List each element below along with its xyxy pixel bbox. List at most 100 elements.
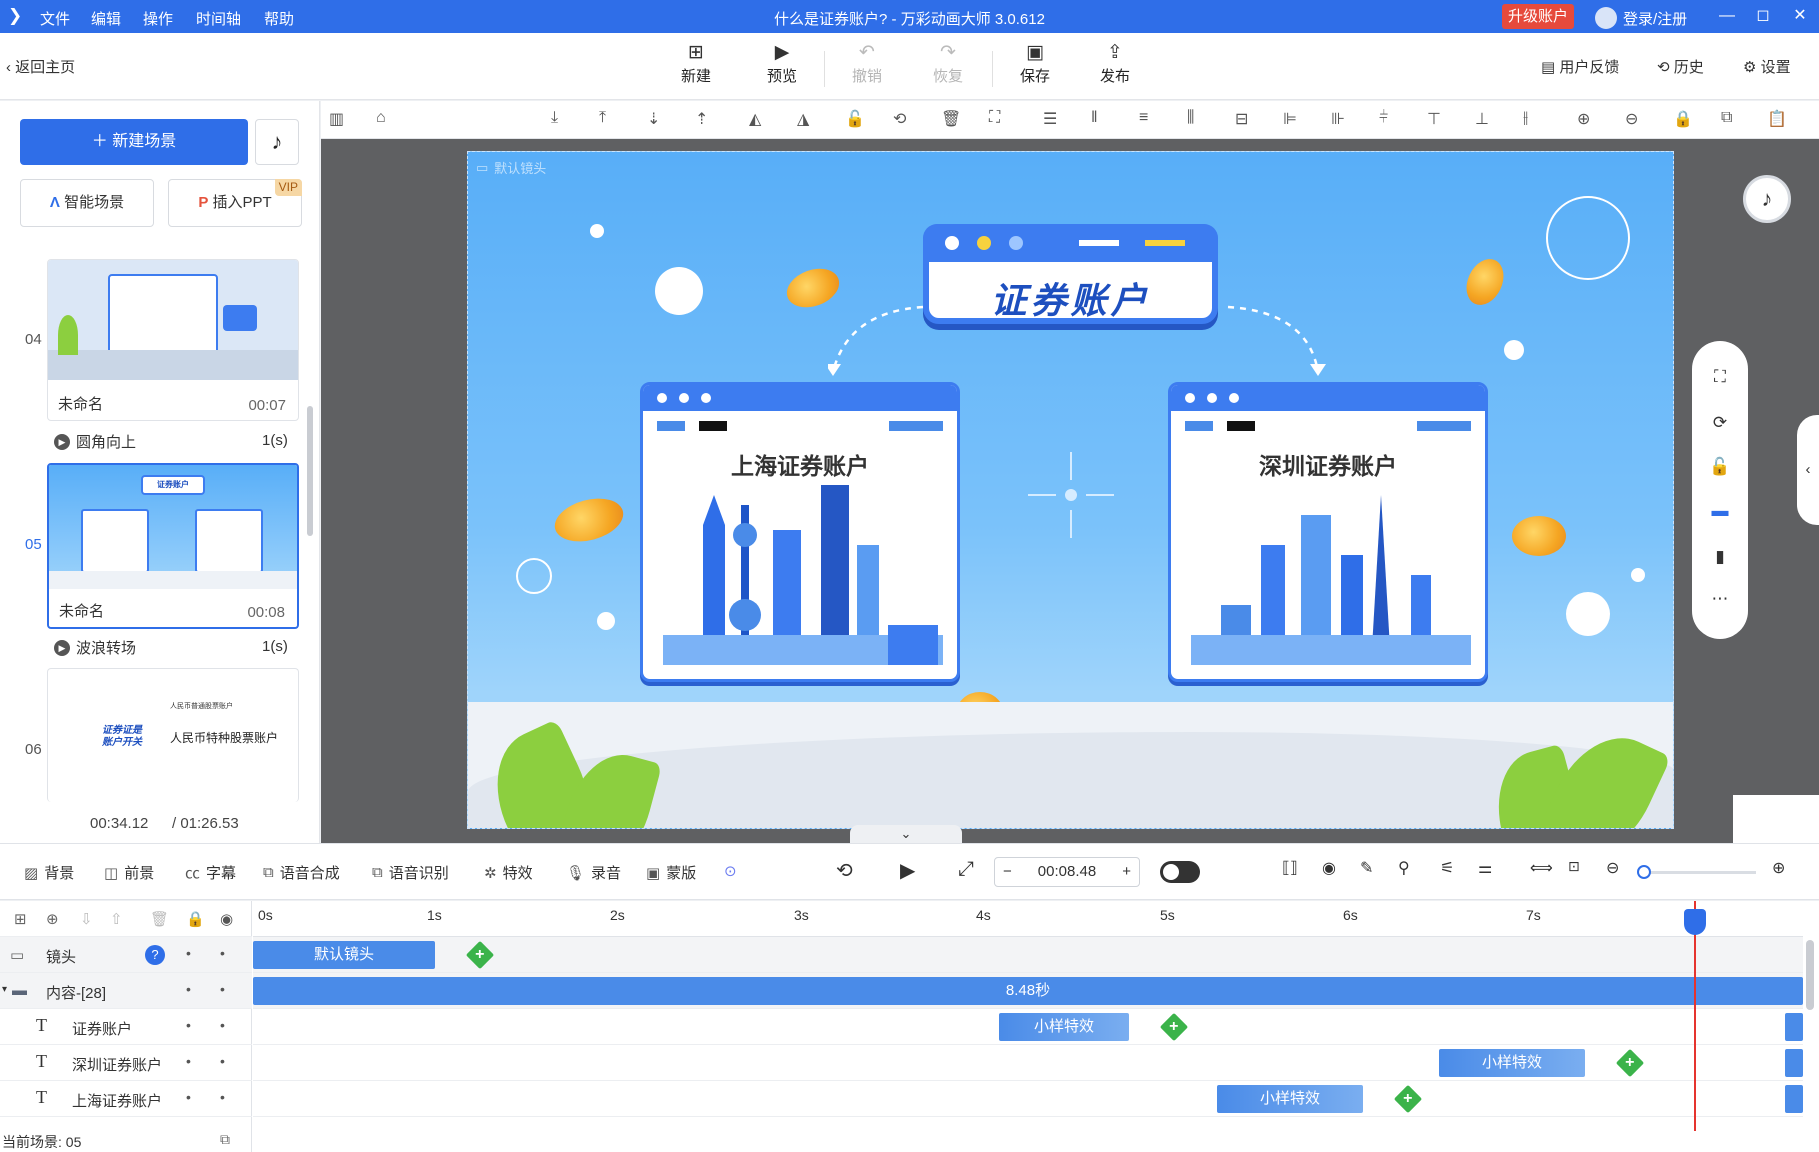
visibility-dot[interactable]: • — [186, 1089, 191, 1105]
menu-operate[interactable]: 操作 — [143, 8, 173, 29]
subtitle-tool[interactable]: ㏄字幕 — [185, 862, 236, 883]
foreground-tool[interactable]: ◫ 前景 — [104, 862, 154, 883]
menu-timeline[interactable]: 时间轴 — [196, 8, 241, 29]
new-button[interactable]: ⊞ 新建 — [664, 41, 728, 86]
flip-h-icon[interactable]: ◭ — [749, 109, 761, 129]
publish-button[interactable]: ⇪ 发布 — [1083, 41, 1147, 86]
home-icon[interactable]: ⌂ — [376, 109, 386, 127]
login-button[interactable]: 登录/注册 — [1595, 7, 1687, 29]
caret-down-icon[interactable]: ▾ — [2, 984, 7, 995]
adjust-icon[interactable]: ⚌ — [1478, 858, 1492, 878]
marker-icon[interactable]: ⚲ — [1398, 858, 1410, 878]
fullscreen-icon[interactable]: ⛶ — [1692, 367, 1748, 387]
visibility-dot[interactable]: • — [186, 1053, 191, 1069]
menu-file[interactable]: 文件 — [40, 8, 70, 29]
delete-icon[interactable]: 🗑 — [941, 109, 961, 129]
lock-dot[interactable]: • — [220, 1053, 225, 1069]
preview-button[interactable]: ▶ 预览 — [750, 41, 814, 86]
new-layer-icon[interactable]: ⊕ — [46, 910, 59, 928]
snapshot-icon[interactable]: ◉ — [1322, 858, 1336, 878]
transition-item[interactable]: ▶ 波浪转场 — [54, 637, 136, 658]
visibility-dot[interactable]: • — [186, 981, 191, 997]
lock-icon[interactable]: 🔓 — [845, 109, 865, 129]
undo-button[interactable]: ↶ 撤销 — [835, 41, 899, 86]
clip-end-handle[interactable] — [1785, 1085, 1803, 1113]
zoom-in-icon[interactable]: ⊕ — [1772, 858, 1785, 878]
content-clip[interactable]: 8.48秒 — [253, 977, 1803, 1005]
lock-dot[interactable]: • — [220, 1017, 225, 1033]
track-text[interactable]: T 深圳证券账户 • • — [0, 1045, 252, 1081]
flip-v-icon[interactable]: ◮ — [797, 109, 809, 129]
filter-icon[interactable]: ⚟ — [1440, 858, 1454, 878]
close-icon[interactable]: ✕ — [1786, 3, 1814, 29]
ruler-icon[interactable]: ▥ — [329, 109, 344, 129]
fit-width-icon[interactable]: ⟺ — [1530, 858, 1553, 878]
add-folder-icon[interactable]: ⊞ — [14, 910, 27, 928]
maximize-icon[interactable]: ◻ — [1749, 3, 1777, 29]
zoom-out-icon[interactable]: ⊖ — [1625, 109, 1638, 129]
play-icon[interactable]: ▶ — [900, 858, 915, 883]
align-top-icon[interactable]: ☰ — [1043, 109, 1057, 129]
effects-tool[interactable]: ✲ 特效 — [484, 862, 533, 883]
add-keyframe-button[interactable]: + — [1393, 1084, 1423, 1114]
copy-icon[interactable]: ⧉ — [220, 1131, 230, 1148]
zoom-slider[interactable] — [1637, 865, 1756, 879]
align-bottom-icon[interactable]: ⊥ — [1475, 109, 1489, 129]
feedback-button[interactable]: ▤ 用户反馈 — [1541, 56, 1619, 77]
playhead[interactable] — [1694, 901, 1696, 1131]
copy-icon[interactable]: ⧉ — [1721, 109, 1732, 127]
layer-up-icon[interactable]: ⇡ — [695, 109, 708, 129]
playhead-handle[interactable] — [1684, 909, 1706, 935]
effect-clip[interactable]: 小样特效 — [999, 1013, 1129, 1041]
lock-dot[interactable]: • — [220, 981, 225, 997]
back-home-button[interactable]: ‹ 返回主页 — [6, 56, 75, 77]
add-keyframe-button[interactable]: + — [1615, 1048, 1645, 1078]
smart-scene-button[interactable]: Λ 智能场景 — [20, 179, 154, 227]
layer-down-icon[interactable]: ⇣ — [647, 109, 660, 129]
scene-thumbnail-05[interactable]: 证券账户 未命名 00:08 — [47, 463, 299, 629]
rewind-icon[interactable]: ⟲ — [836, 858, 853, 883]
timeline-scrollbar[interactable] — [1806, 940, 1814, 1010]
rotate-icon[interactable]: ⟲ — [893, 109, 906, 129]
minimize-icon[interactable]: — — [1713, 3, 1741, 29]
portrait-icon[interactable]: ▮ — [1692, 547, 1748, 567]
ratio-icon[interactable]: ⊡ — [1568, 858, 1580, 875]
move-down-icon[interactable]: ⇩ — [80, 910, 93, 928]
more-icon[interactable]: ⋯ — [1692, 589, 1748, 609]
scene-list-scrollbar[interactable] — [307, 406, 313, 536]
track-content-folder[interactable]: ▾ ▬ 内容-[28] • • — [0, 973, 252, 1009]
music-button[interactable]: ♪ — [255, 119, 299, 165]
delete-icon[interactable]: 🗑 — [150, 910, 169, 928]
landscape-icon[interactable]: ▬ — [1692, 501, 1748, 521]
track-camera[interactable]: ▭ 镜头 ? • • — [0, 937, 252, 973]
track-text[interactable]: T 上海证券账户 • • — [0, 1081, 252, 1117]
zoom-in-icon[interactable]: ⊕ — [1577, 109, 1590, 129]
background-music-button[interactable]: ♪ — [1743, 175, 1791, 223]
camera-mode-icon[interactable]: ⟦⟧ — [1282, 858, 1298, 878]
align-top2-icon[interactable]: ⊤ — [1427, 109, 1441, 129]
redo-button[interactable]: ↷ 恢复 — [916, 41, 980, 86]
lock-icon[interactable]: 🔒 — [186, 910, 205, 928]
fit-icon[interactable]: ⛶ — [989, 109, 1000, 127]
effect-clip[interactable]: 小样特效 — [1217, 1085, 1363, 1113]
menu-help[interactable]: 帮助 — [264, 8, 294, 29]
mask-tool[interactable]: ▣ 蒙版 — [646, 862, 696, 883]
tts-tool[interactable]: ⧉ 语音合成 — [263, 862, 340, 883]
help-icon[interactable]: ? — [145, 945, 165, 965]
time-ruler[interactable]: 0s 1s 2s 3s 4s 5s 6s 7s — [253, 901, 1803, 937]
align-center-icon[interactable]: ‖ — [1091, 109, 1098, 127]
center-v-icon[interactable]: ⫲ — [1523, 109, 1528, 127]
lock-dot[interactable]: • — [220, 945, 225, 961]
loop-toggle[interactable] — [1160, 861, 1200, 883]
background-tool[interactable]: ▨ 背景 — [24, 862, 74, 883]
upgrade-button[interactable]: 升级账户 — [1502, 4, 1574, 29]
scene-thumbnail-06[interactable]: 证券证是账户开关 人民币普通股票账户 人民币特种股票账户 — [47, 668, 299, 802]
time-plus-button[interactable]: + — [1122, 858, 1131, 886]
visibility-dot[interactable]: • — [186, 945, 191, 961]
align-middle-icon[interactable]: ≡ — [1139, 109, 1148, 127]
settings-button[interactable]: ⚙ 设置 — [1743, 56, 1791, 77]
align-right-icon[interactable]: ⊪ — [1331, 109, 1345, 129]
distribute-icon[interactable]: ⫼ — [1187, 109, 1194, 127]
clip-end-handle[interactable] — [1785, 1049, 1803, 1077]
center-h-icon[interactable]: ⫩ — [1379, 109, 1388, 127]
